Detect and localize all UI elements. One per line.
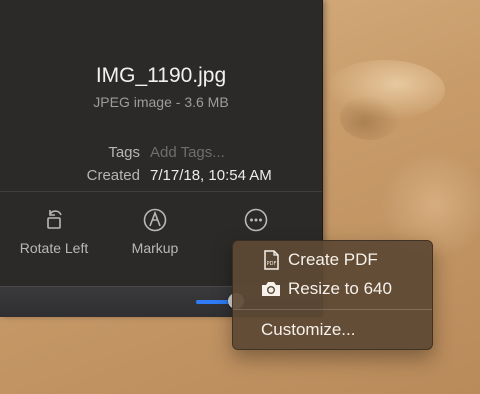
file-kind-size: JPEG image - 3.6 MB (93, 94, 229, 110)
menu-item-label: Resize to 640 (288, 279, 392, 298)
more-icon (242, 206, 270, 234)
file-name: IMG_1190.jpg (95, 64, 227, 87)
menu-item-label: Customize... (261, 320, 356, 339)
created-label: Created (86, 167, 140, 184)
menu-item-label: Create PDF (288, 250, 378, 269)
menu-item-customize[interactable]: Customize... (233, 318, 432, 342)
more-actions-button[interactable] (206, 206, 306, 240)
sand-dune (340, 95, 400, 140)
markup-button[interactable]: Markup (105, 206, 205, 258)
rotate-left-icon (40, 206, 68, 234)
markup-icon (141, 206, 169, 234)
more-actions-menu: PDF Create PDF Resize to 640 Customize..… (232, 240, 433, 350)
sand-dune (325, 60, 445, 120)
menu-item-resize[interactable]: Resize to 640 (233, 277, 432, 301)
pdf-icon: PDF (260, 249, 282, 271)
markup-label: Markup (131, 240, 179, 256)
svg-text:PDF: PDF (267, 261, 277, 267)
tags-row: Tags (0, 144, 322, 164)
rotate-left-button[interactable]: Rotate Left (4, 206, 104, 258)
menu-item-create-pdf[interactable]: PDF Create PDF (233, 248, 432, 272)
divider (0, 191, 322, 192)
tags-label: Tags (108, 144, 140, 161)
created-row: Created 7/17/18, 10:54 AM (0, 167, 322, 187)
camera-icon (260, 278, 282, 300)
rotate-left-label: Rotate Left (19, 240, 89, 256)
menu-separator (233, 309, 432, 310)
created-value: 7/17/18, 10:54 AM (150, 167, 272, 184)
tags-input[interactable] (150, 144, 290, 161)
